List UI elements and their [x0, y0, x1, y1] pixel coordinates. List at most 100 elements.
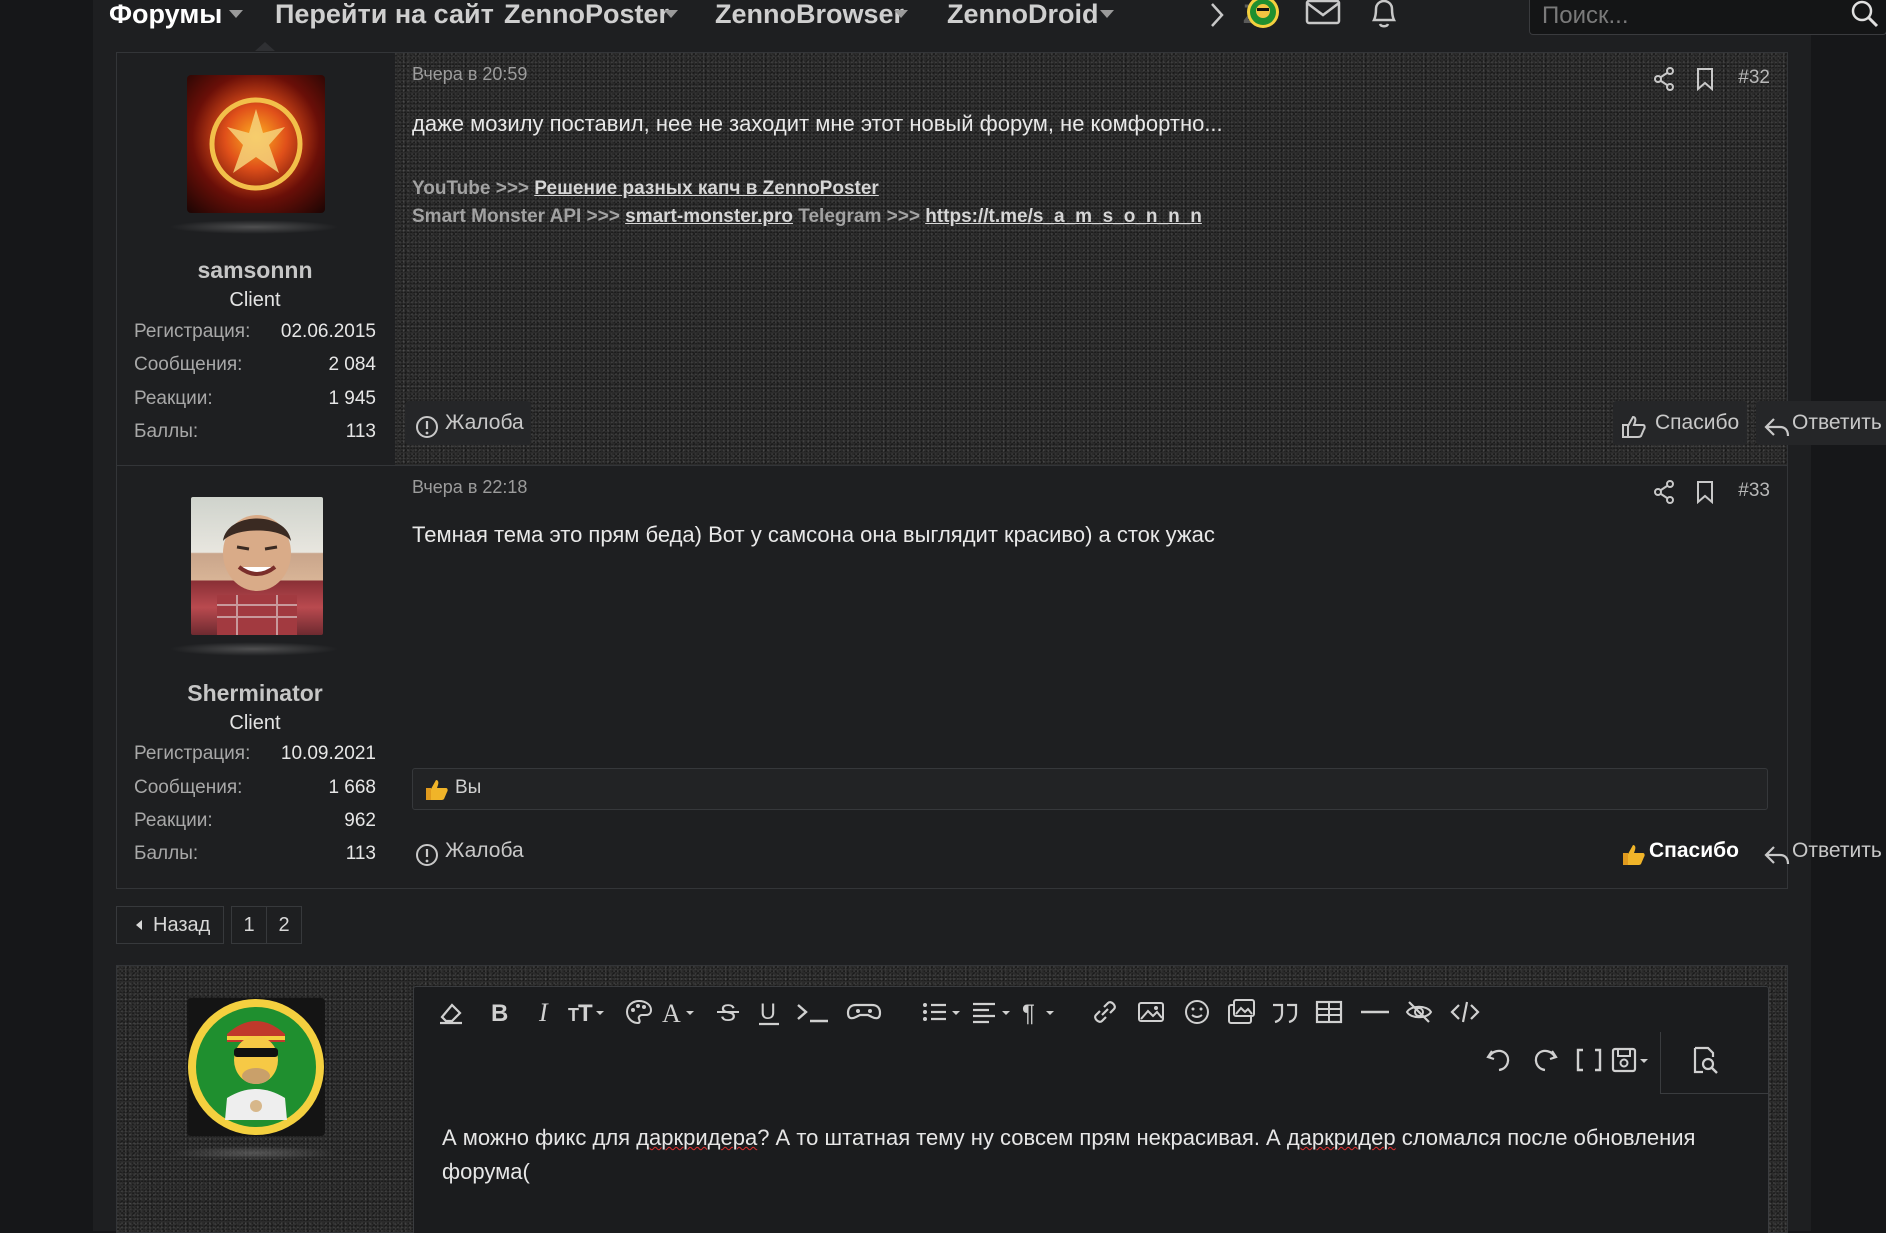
pagination-page-2[interactable]: 2 [266, 906, 302, 944]
rich-text-editor: B I TT A S U ¶ А можно фикс для даркриде… [413, 986, 1769, 1233]
search-icon[interactable] [1850, 0, 1880, 33]
like-button-active[interactable]: Спасибо [1613, 829, 1747, 873]
envelope-icon[interactable] [1305, 0, 1341, 31]
svg-text:I: I [538, 998, 549, 1027]
user-role: Client [229, 712, 281, 734]
bb-code-toggle-icon[interactable] [1574, 1045, 1608, 1079]
italic-icon[interactable]: I [529, 997, 563, 1031]
svg-text:T: T [578, 1000, 593, 1027]
post-content: Вчера в 22:18 #33 Темная тема это прям б… [395, 466, 1882, 888]
chevron-down-icon[interactable] [664, 10, 678, 18]
reply-arrow-icon [1764, 839, 1790, 883]
drafts-icon[interactable] [1610, 1045, 1650, 1079]
spoiler-icon[interactable] [844, 997, 884, 1031]
source-code-icon[interactable] [1450, 997, 1484, 1031]
stat-points: Баллы: 113 [134, 421, 376, 442]
username[interactable]: Sherminator [117, 680, 393, 707]
font-family-icon[interactable]: A [660, 997, 700, 1031]
like-button[interactable]: Спасибо [1613, 401, 1747, 445]
nav-zennobrowser[interactable]: ZennoBrowser [715, 0, 904, 28]
undo-icon[interactable] [1484, 1045, 1518, 1079]
thumbs-up-icon [1621, 839, 1647, 883]
alert-circle-icon [415, 411, 439, 455]
signature-line-1: YouTube >>> Решение разных капч в ZennoP… [412, 178, 879, 199]
share-icon[interactable] [1653, 480, 1675, 509]
signature-link-telegram[interactable]: https://t.me/s_a_m_s_o_n_n_n [925, 206, 1202, 227]
user-avatar-small[interactable] [1245, 0, 1281, 28]
post-date[interactable]: Вчера в 20:59 [412, 64, 527, 85]
share-icon[interactable] [1653, 67, 1675, 96]
nav-active-pointer [255, 42, 275, 51]
hide-content-icon[interactable] [1404, 997, 1438, 1031]
chevron-down-icon[interactable] [894, 10, 908, 18]
preview-icon[interactable] [1690, 1045, 1724, 1079]
toolbar-divider [1660, 1032, 1661, 1094]
list-icon[interactable] [920, 997, 964, 1031]
pagination-page-1[interactable]: 1 [231, 906, 267, 944]
reply-button[interactable]: Ответить [1756, 401, 1886, 445]
avatar[interactable] [191, 497, 323, 635]
emoji-icon[interactable] [1182, 997, 1216, 1031]
paragraph-icon[interactable]: ¶ [1020, 997, 1064, 1031]
align-icon[interactable] [970, 997, 1014, 1031]
color-palette-icon[interactable] [624, 997, 658, 1031]
reactions-bar[interactable]: Вы [412, 768, 1768, 810]
alert-circle-icon [415, 839, 439, 883]
horizontal-line-icon[interactable] [1360, 997, 1394, 1031]
post-number[interactable]: #33 [1738, 480, 1770, 502]
editor-content[interactable]: А можно фикс для даркридера? А то штатна… [442, 1121, 1732, 1189]
misspelled-word[interactable]: даркридера [636, 1125, 757, 1150]
quote-icon[interactable] [1270, 997, 1304, 1031]
bookmark-icon[interactable] [1696, 67, 1714, 96]
stat-registration: Регистрация: 02.06.2015 [134, 321, 376, 342]
bold-icon[interactable]: B [483, 997, 517, 1031]
image-icon[interactable] [1136, 997, 1170, 1031]
underline-icon[interactable]: U [754, 997, 788, 1031]
avatar-shadow [169, 220, 339, 234]
stat-points: Баллы: 113 [134, 843, 376, 864]
font-size-icon[interactable]: TT [566, 997, 610, 1031]
signature-link-youtube[interactable]: Решение разных капч в ZennoPoster [534, 178, 879, 199]
search-box [1529, 0, 1886, 35]
top-navbar: Форумы Перейти на сайт ZennoPoster Zenno… [93, 0, 1886, 51]
misspelled-word[interactable]: даркридер [1287, 1125, 1396, 1150]
reactions-list[interactable]: Вы [455, 777, 481, 799]
search-input[interactable] [1540, 0, 1834, 32]
nav-zennodroid[interactable]: ZennoDroid [947, 0, 1098, 28]
user-role: Client [229, 289, 281, 311]
bell-icon[interactable] [1368, 0, 1400, 33]
post-date[interactable]: Вчера в 22:18 [412, 477, 527, 498]
svg-text:B: B [491, 1000, 508, 1027]
signature-line-2: Smart Monster API >>> smart-monster.pro … [412, 206, 1202, 227]
clear-formatting-icon[interactable] [436, 997, 470, 1031]
nav-forums[interactable]: Форумы [109, 0, 222, 28]
pagination-prev-button[interactable]: Назад [116, 906, 224, 944]
avatar[interactable] [187, 998, 325, 1136]
redo-icon[interactable] [1530, 1045, 1564, 1079]
table-icon[interactable] [1314, 997, 1348, 1031]
signature-link-site[interactable]: smart-monster.pro [625, 206, 793, 227]
avatar-shadow [169, 642, 339, 656]
user-panel: Sherminator Client Регистрация: 10.09.202… [117, 466, 393, 888]
nav-go-to-site[interactable]: Перейти на сайт [275, 0, 494, 28]
bookmark-icon[interactable] [1696, 480, 1714, 509]
inline-code-icon[interactable] [794, 997, 834, 1031]
chevron-down-icon[interactable] [229, 10, 243, 18]
avatar-shadow [169, 1146, 339, 1160]
chevron-down-icon[interactable] [1100, 10, 1114, 18]
link-icon[interactable] [1090, 997, 1124, 1031]
reply-button[interactable]: Ответить [1756, 829, 1886, 873]
report-button[interactable]: Жалоба [405, 401, 531, 445]
thumbs-up-reaction-icon [425, 778, 449, 807]
username[interactable]: samsonnn [117, 257, 393, 284]
post-number[interactable]: #32 [1738, 67, 1770, 89]
chevron-right-icon[interactable] [1206, 2, 1228, 33]
avatar[interactable] [187, 75, 325, 213]
report-button[interactable]: Жалоба [405, 829, 531, 873]
strikethrough-icon[interactable]: S [713, 997, 747, 1031]
nav-zennoposter[interactable]: ZennoPoster [504, 0, 669, 28]
reply-arrow-icon [1764, 411, 1790, 455]
stat-registration: Регистрация: 10.09.2021 [134, 743, 376, 764]
svg-text:¶: ¶ [1022, 1000, 1035, 1027]
media-icon[interactable] [1226, 997, 1260, 1031]
